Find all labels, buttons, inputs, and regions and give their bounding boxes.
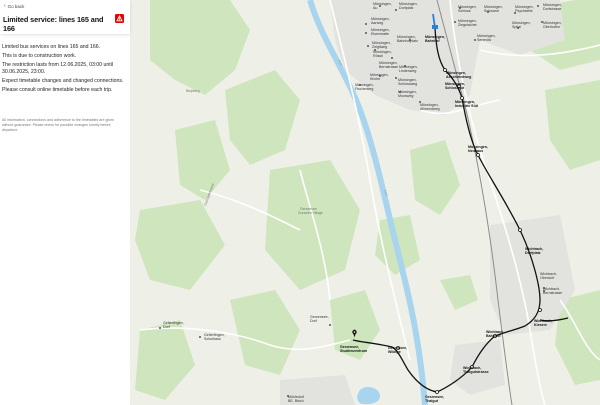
message-paragraph: This is due to construction work.	[2, 53, 77, 60]
svg-text:Kiesere: Kiesere	[534, 323, 547, 327]
svg-text:Fischerweg: Fischerweg	[355, 87, 373, 91]
svg-text:Schlossweg: Schlossweg	[398, 82, 417, 86]
svg-text:Oberdorf: Oberdorf	[540, 276, 554, 280]
svg-text:Industrie Süd: Industrie Süd	[455, 104, 478, 108]
message-paragraph: The restriction lasts from 12.06.2025, 0…	[2, 62, 114, 75]
svg-text:Dorfplatz: Dorfplatz	[399, 6, 414, 10]
svg-text:Dorfplatz: Dorfplatz	[525, 251, 541, 255]
svg-text:Psychiatrie: Psychiatrie	[515, 9, 533, 13]
place-label: Gurzelen Village	[298, 211, 323, 215]
svg-text:Rössli: Rössli	[373, 54, 383, 58]
other-stop[interactable]: Münsingen,Schlossweg	[395, 77, 417, 86]
message-paragraph: Please consult online timetable before e…	[2, 87, 113, 94]
svg-text:Bernstrasse: Bernstrasse	[379, 65, 398, 69]
svg-text:Bahnhof: Bahnhof	[486, 334, 501, 338]
page-title: Limited service: lines 165 and 166	[3, 15, 104, 33]
info-panel: ‹ Go back Limited service: lines 165 and…	[0, 0, 130, 405]
svg-text:Neuhaus: Neuhaus	[468, 149, 483, 153]
svg-text:Bahnhofplatz: Bahnhofplatz	[397, 39, 418, 43]
svg-text:Senevita: Senevita	[477, 38, 491, 42]
disruption-icon	[115, 14, 124, 23]
svg-text:Bernstrasse: Bernstrasse	[543, 291, 562, 295]
svg-text:Schloss: Schloss	[458, 9, 471, 13]
svg-text:Eisenmatte: Eisenmatte	[371, 32, 389, 36]
svg-text:Lindenweg: Lindenweg	[399, 69, 416, 73]
back-label: Go back	[7, 3, 25, 9]
place-label: Belpberg	[186, 89, 200, 93]
svg-text:Dorf: Dorf	[163, 325, 170, 329]
svg-text:Moosweg: Moosweg	[398, 94, 413, 98]
message-body: Limited bus services on lines 165 and 16…	[2, 44, 126, 96]
svg-text:BE, Bisch: BE, Bisch	[288, 399, 304, 403]
svg-text:Aarweg: Aarweg	[371, 21, 383, 25]
other-stop[interactable]: Münsingen,Allmendweg	[419, 101, 440, 111]
svg-text:Thalgutstrasse: Thalgutstrasse	[463, 370, 489, 374]
disclaimer: All information, connections and adheren…	[2, 118, 115, 133]
chevron-left-icon: ‹	[4, 3, 6, 9]
svg-text:Kirche: Kirche	[370, 77, 380, 81]
svg-text:Aeschiriedweg: Aeschiriedweg	[446, 75, 471, 79]
stop-munsingen-schlossgut[interactable]: Münsingen, Schlossgut	[445, 82, 465, 90]
svg-text:Wiblige: Wiblige	[388, 350, 401, 354]
svg-text:Studienzentrum: Studienzentrum	[340, 349, 367, 353]
other-stop[interactable]: Münsingen,Psychiatrie	[514, 5, 534, 14]
svg-text:Schwand: Schwand	[484, 9, 499, 13]
svg-text:Dorfstrasse: Dorfstrasse	[543, 7, 561, 11]
other-stop[interactable]: Münsingen,Fischerweg	[355, 83, 374, 91]
message-paragraph: Expect timetable changes and changed con…	[2, 77, 124, 84]
svg-text:Schlossgut: Schlossgut	[445, 86, 465, 90]
back-button[interactable]: ‹ Go back	[4, 3, 24, 9]
svg-text:Allmendweg: Allmendweg	[420, 107, 440, 111]
svg-text:Oberhofen: Oberhofen	[543, 25, 560, 29]
other-stop[interactable]: Münsingen,Ziegelacher	[454, 19, 478, 27]
svg-text:Thalgut: Thalgut	[425, 399, 439, 403]
panel-header: ‹ Go back Limited service: lines 165 and…	[0, 0, 130, 34]
svg-text:Dorf: Dorf	[310, 319, 317, 323]
svg-text:Zelgliweg: Zelgliweg	[372, 45, 387, 49]
other-stop[interactable]: Münsingen,Oberhofen	[541, 21, 562, 29]
other-stop[interactable]: Münsingen,Bahnhofplatz	[397, 35, 418, 43]
svg-text:Ziegelacher: Ziegelacher	[458, 23, 478, 27]
svg-text:Bahnhof: Bahnhof	[425, 39, 440, 43]
svg-text:Au: Au	[373, 6, 377, 10]
svg-text:Spital: Spital	[512, 25, 521, 29]
message-paragraph: Limited bus services on lines 165 and 16…	[2, 44, 101, 50]
other-stop[interactable]: Wichtrach,Bernstrasse	[543, 287, 562, 295]
svg-text:Schulhaus: Schulhaus	[204, 337, 221, 341]
other-stop[interactable]: MühledorfBE, Bisch	[287, 395, 304, 403]
other-stop[interactable]: Münsingen,Lindenweg	[399, 65, 418, 73]
